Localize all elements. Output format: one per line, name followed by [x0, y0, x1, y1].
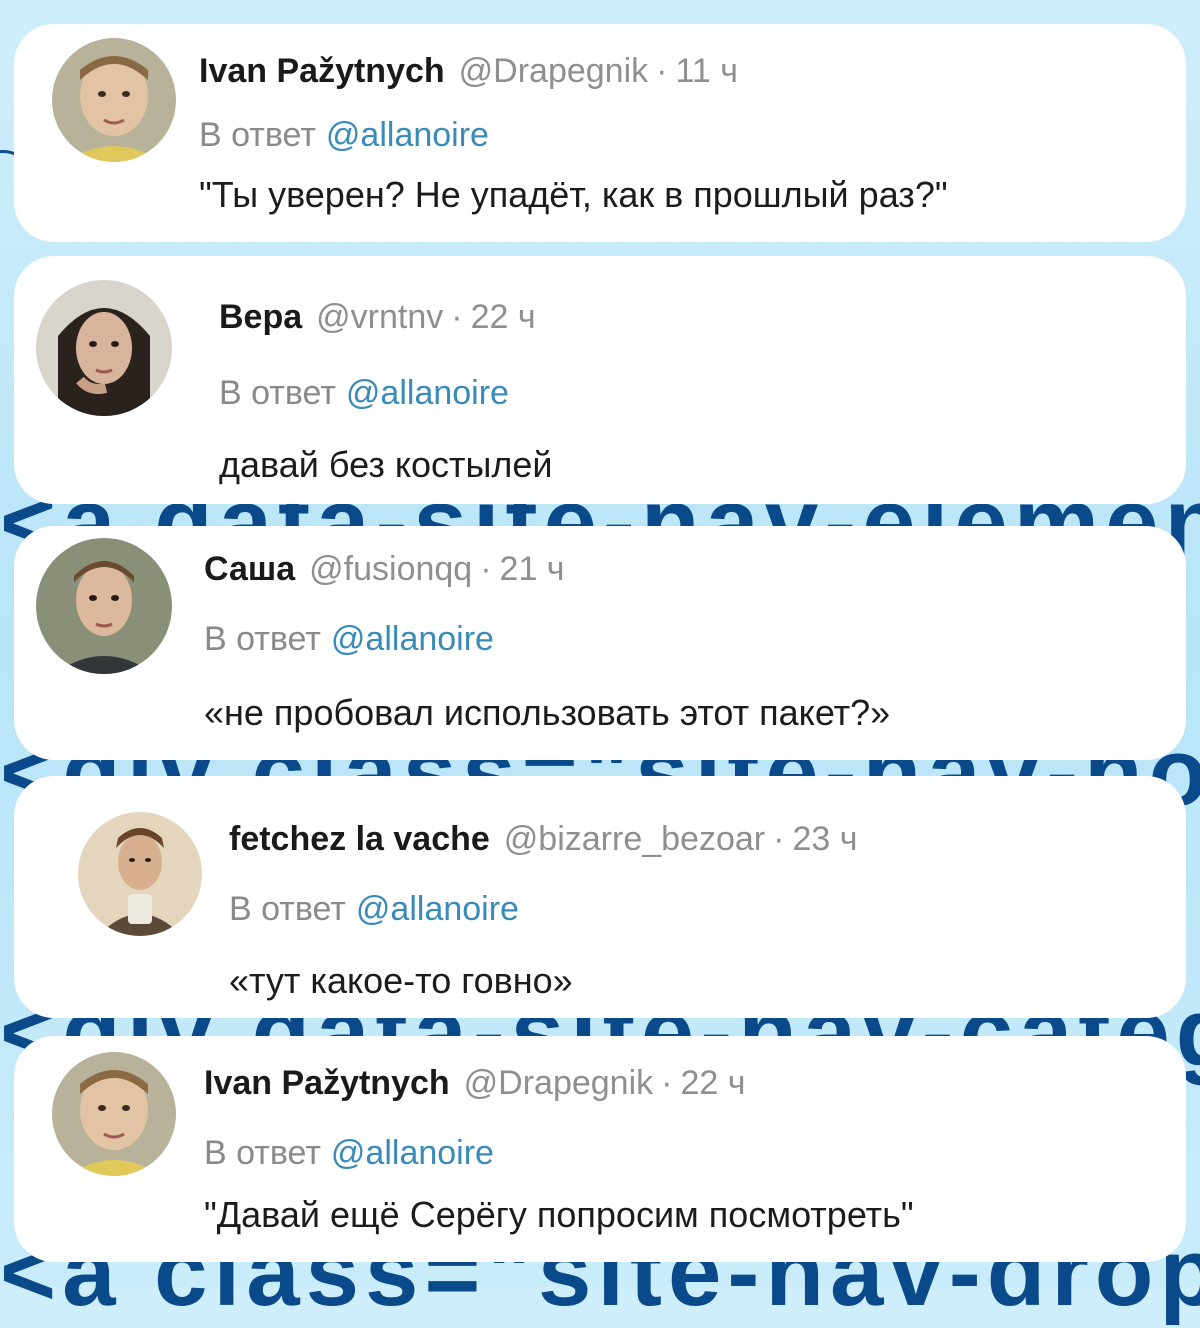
reply-header: Саша @fusionqq · 21 ч: [204, 550, 565, 589]
reply-header: Ivan Pažytnych @Drapegnik · 22 ч: [204, 1064, 745, 1103]
author-name[interactable]: fetchez la vache: [229, 820, 490, 858]
reply-context: В ответ @allanoire: [219, 374, 509, 413]
reply-prefix: В ответ: [199, 116, 316, 154]
timestamp[interactable]: 11 ч: [675, 52, 737, 90]
avatar[interactable]: [52, 38, 176, 162]
reply-card[interactable]: Ivan Pažytnych @Drapegnik · 22 ч В ответ @al…: [14, 1036, 1186, 1262]
reply-card[interactable]: fetchez la vache @bizarre_bezoar · 23 ч В о…: [14, 776, 1186, 1018]
reply-context: В ответ @allanoire: [204, 1134, 494, 1173]
reply-header: Вера @vrntnv · 22 ч: [219, 298, 536, 337]
reply-header: fetchez la vache @bizarre_bezoar · 23 ч: [229, 820, 857, 859]
reply-card[interactable]: Ivan Pažytnych @Drapegnik · 11 ч В ответ @al…: [14, 24, 1186, 242]
author-handle[interactable]: @Drapegnik: [464, 1064, 654, 1102]
timestamp[interactable]: 23 ч: [792, 820, 857, 858]
separator-dot: ·: [661, 1064, 673, 1102]
reply-header: Ivan Pažytnych @Drapegnik · 11 ч: [199, 52, 738, 91]
reply-text: "Давай ещё Серёгу попросим посмотреть": [204, 1194, 914, 1235]
reply-to-link[interactable]: @allanoire: [356, 890, 519, 928]
avatar[interactable]: [52, 1052, 176, 1176]
reply-context: В ответ @allanoire: [229, 890, 519, 929]
reply-to-link[interactable]: @allanoire: [331, 1134, 494, 1172]
avatar[interactable]: [36, 538, 172, 674]
author-name[interactable]: Вера: [219, 298, 302, 336]
reply-text: «не пробовал использовать этот пакет?»: [204, 692, 891, 733]
reply-card[interactable]: Вера @vrntnv · 22 ч В ответ @allanoire давай…: [14, 256, 1186, 504]
reply-prefix: В ответ: [204, 620, 321, 658]
separator-dot: ·: [773, 820, 785, 858]
author-name[interactable]: Саша: [204, 550, 295, 588]
author-handle[interactable]: @vrntnv: [316, 298, 443, 336]
author-handle[interactable]: @Drapegnik: [459, 52, 649, 90]
separator-dot: ·: [480, 550, 492, 588]
avatar[interactable]: [36, 280, 172, 416]
separator-dot: ·: [451, 298, 463, 336]
author-name[interactable]: Ivan Pažytnych: [199, 52, 445, 90]
author-handle[interactable]: @bizarre_bezoar: [504, 820, 765, 858]
timestamp[interactable]: 21 ч: [500, 550, 565, 588]
reply-prefix: В ответ: [204, 1134, 321, 1172]
timestamp[interactable]: 22 ч: [680, 1064, 745, 1102]
reply-text: давай без костылей: [219, 444, 553, 485]
reply-to-link[interactable]: @allanoire: [326, 116, 489, 154]
timestamp[interactable]: 22 ч: [471, 298, 536, 336]
reply-context: В ответ @allanoire: [199, 116, 489, 155]
author-handle[interactable]: @fusionqq: [309, 550, 472, 588]
reply-text: «тут какое-то говно»: [229, 960, 573, 1001]
reply-prefix: В ответ: [229, 890, 346, 928]
reply-to-link[interactable]: @allanoire: [331, 620, 494, 658]
author-name[interactable]: Ivan Pažytnych: [204, 1064, 450, 1102]
avatar[interactable]: [78, 812, 202, 936]
reply-to-link[interactable]: @allanoire: [346, 374, 509, 412]
reply-prefix: В ответ: [219, 374, 336, 412]
reply-card[interactable]: Саша @fusionqq · 21 ч В ответ @allanoire «не…: [14, 526, 1186, 760]
separator-dot: ·: [656, 52, 668, 90]
reply-context: В ответ @allanoire: [204, 620, 494, 659]
reply-text: "Ты уверен? Не упадёт, как в прошлый раз…: [199, 174, 948, 215]
